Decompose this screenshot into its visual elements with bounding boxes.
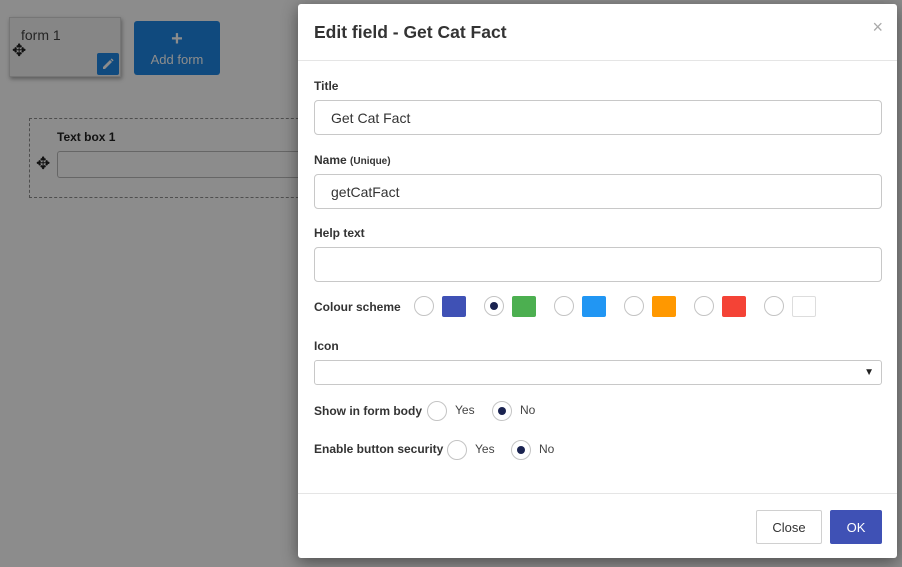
enable-button-security-no-label[interactable]: No: [539, 442, 554, 456]
colour-scheme-radio-blue[interactable]: [554, 296, 574, 316]
edit-field-dialog: Edit field - Get Cat Fact × Title Name (…: [298, 4, 897, 558]
enable-button-security-yes-radio[interactable]: [447, 440, 467, 460]
icon-select[interactable]: ▼: [314, 360, 882, 385]
show-in-form-body-no-radio[interactable]: [492, 401, 512, 421]
show-in-form-body-yes-radio[interactable]: [427, 401, 447, 421]
show-in-form-body-yes-label[interactable]: Yes: [455, 403, 475, 417]
colour-scheme-radio-indigo[interactable]: [414, 296, 434, 316]
close-icon[interactable]: ×: [872, 18, 883, 36]
title-label: Title: [314, 79, 339, 93]
dialog-title: Edit field - Get Cat Fact: [314, 22, 507, 42]
enable-button-security-yes-label[interactable]: Yes: [475, 442, 495, 456]
show-in-form-body-label: Show in form body: [314, 404, 422, 418]
colour-swatch-orange[interactable]: [652, 296, 676, 317]
colour-swatch-indigo[interactable]: [442, 296, 466, 317]
colour-scheme-radio-orange[interactable]: [624, 296, 644, 316]
title-input[interactable]: [314, 100, 882, 135]
name-label: Name (Unique): [314, 153, 391, 167]
help-text-label: Help text: [314, 226, 365, 240]
dialog-header: Edit field - Get Cat Fact ×: [298, 4, 897, 61]
colour-scheme-radio-green[interactable]: [484, 296, 504, 316]
colour-swatch-green[interactable]: [512, 296, 536, 317]
colour-swatch-red[interactable]: [722, 296, 746, 317]
dialog-footer: Close OK: [298, 493, 897, 558]
ok-button[interactable]: OK: [830, 510, 882, 544]
colour-swatch-blue[interactable]: [582, 296, 606, 317]
colour-scheme-label: Colour scheme: [314, 300, 401, 314]
enable-button-security-label: Enable button security: [314, 442, 444, 456]
enable-button-security-no-radio[interactable]: [511, 440, 531, 460]
name-input[interactable]: [314, 174, 882, 209]
show-in-form-body-no-label[interactable]: No: [520, 403, 535, 417]
colour-swatch-white[interactable]: [792, 296, 816, 317]
icon-label: Icon: [314, 339, 339, 353]
name-label-text: Name: [314, 153, 347, 167]
name-unique-hint: (Unique): [350, 156, 391, 167]
colour-scheme-radio-red[interactable]: [694, 296, 714, 316]
close-button[interactable]: Close: [756, 510, 822, 544]
caret-down-icon: ▼: [864, 367, 874, 378]
help-text-input[interactable]: [314, 247, 882, 282]
colour-scheme-radio-white[interactable]: [764, 296, 784, 316]
